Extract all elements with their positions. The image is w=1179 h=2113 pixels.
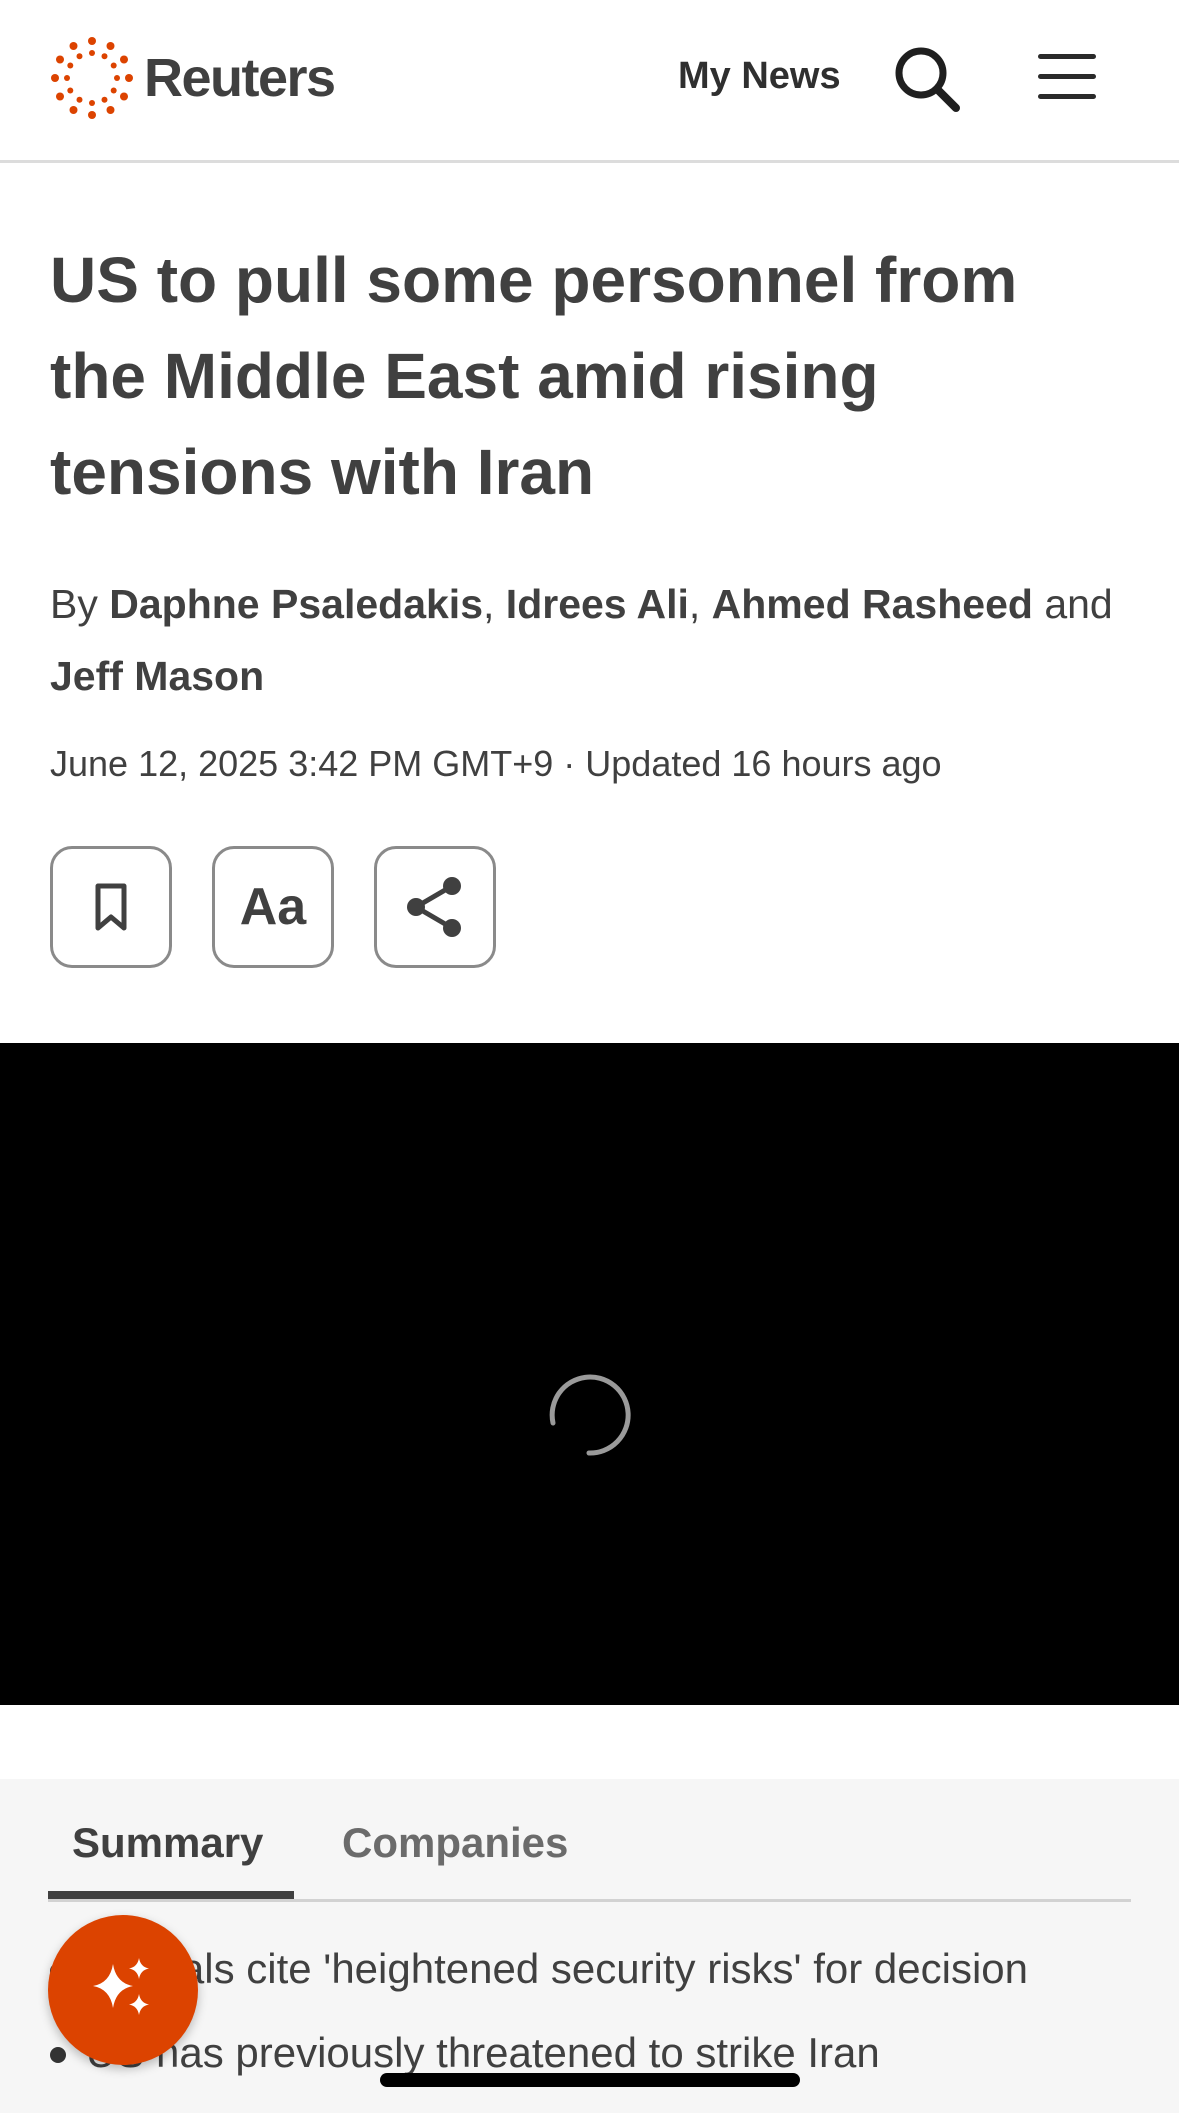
- article-dateline: June 12, 2025 3:42 PM GMT+9 · Updated 16…: [50, 743, 942, 784]
- byline-separator: ,: [688, 581, 712, 627]
- byline-conjunction: and: [1044, 581, 1113, 627]
- hamburger-menu-icon: [1038, 54, 1096, 99]
- text-size-button[interactable]: Aa: [212, 846, 334, 968]
- page: Reuters My News US to pull some personne…: [0, 0, 1179, 2113]
- my-news-link[interactable]: My News: [678, 50, 841, 102]
- summary-tabs: Summary Companies: [48, 1779, 1131, 1902]
- tab-summary[interactable]: Summary: [72, 1815, 263, 1871]
- author-link[interactable]: Idrees Ali: [506, 581, 689, 627]
- video-player[interactable]: [0, 1043, 1179, 1705]
- tab-companies[interactable]: Companies: [342, 1815, 568, 1871]
- bookmark-button[interactable]: [50, 846, 172, 968]
- ai-assistant-button[interactable]: [48, 1915, 198, 2065]
- summary-bullet: Officials cite 'heightened security risk…: [48, 1927, 1148, 2011]
- reuters-logo-icon: [51, 37, 133, 119]
- bookmark-icon: [95, 883, 127, 931]
- author-link[interactable]: Daphne Psaledakis: [109, 581, 483, 627]
- brand-name: Reuters: [144, 48, 336, 108]
- reuters-logo[interactable]: Reuters: [50, 36, 336, 120]
- sparkles-icon: [93, 1958, 149, 2015]
- article-headline: US to pull some personnel from the Middl…: [50, 244, 1018, 508]
- home-indicator: [380, 2073, 800, 2087]
- byline-separator: ,: [483, 581, 506, 627]
- site-header: Reuters My News: [0, 0, 1179, 163]
- menu-button[interactable]: [1036, 50, 1100, 104]
- share-button[interactable]: [374, 846, 496, 968]
- text-size-label: Aa: [239, 878, 307, 936]
- active-tab-indicator: [48, 1891, 294, 1899]
- author-link[interactable]: Ahmed Rasheed: [712, 581, 1033, 627]
- byline-prefix: By: [50, 581, 98, 627]
- share-icon: [407, 877, 461, 937]
- summary-list: Officials cite 'heightened security risk…: [48, 1927, 1148, 2095]
- article-byline: By Daphne Psaledakis, Idrees Ali, Ahmed …: [50, 568, 1130, 712]
- search-button[interactable]: [890, 42, 962, 114]
- author-link[interactable]: Jeff Mason: [50, 653, 264, 699]
- loading-spinner-icon: [549, 1374, 631, 1456]
- search-icon: [895, 47, 960, 112]
